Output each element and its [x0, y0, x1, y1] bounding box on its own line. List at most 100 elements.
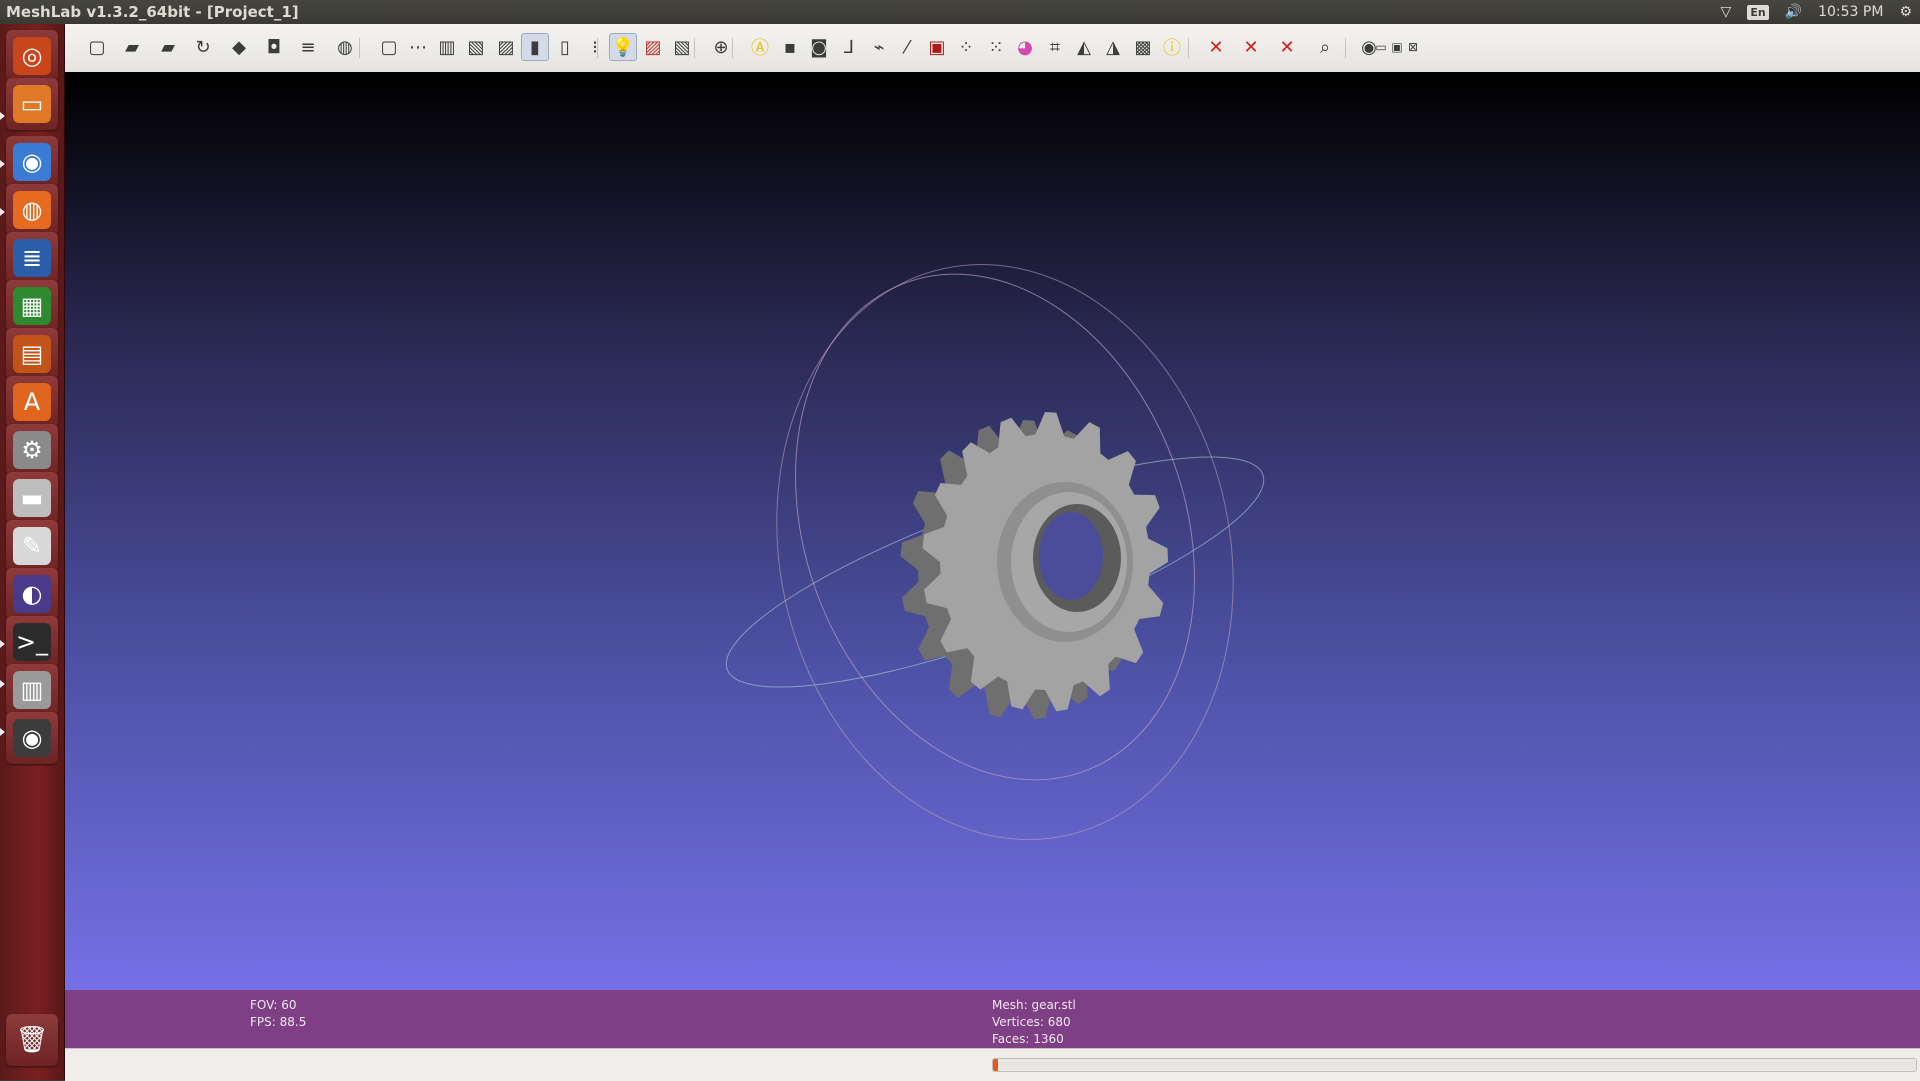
gear-bore-hole: [1039, 512, 1103, 600]
import-mesh-icon[interactable]: ▰: [154, 33, 182, 61]
top-panel: MeshLab v1.3.2_64bit - [Project_1] ▽ En …: [0, 0, 1920, 24]
libreoffice-calc-icon[interactable]: ▦: [6, 280, 58, 332]
system-settings-icon[interactable]: ⚙: [6, 424, 58, 476]
flat-lines-icon[interactable]: ▨: [492, 33, 520, 61]
drive-icon-glyph: ▬: [13, 479, 51, 517]
running-app-indicator: [0, 640, 5, 648]
running-app-indicator: [0, 160, 5, 168]
eclipse-icon-glyph: ◐: [13, 575, 51, 613]
software-center-icon-glyph: A: [13, 383, 51, 421]
meshlab-eye-icon[interactable]: ◉: [6, 712, 58, 764]
double-side-light-icon[interactable]: ▨: [639, 33, 667, 61]
clock[interactable]: 10:53 PM: [1818, 4, 1883, 20]
scanner-icon-glyph: ▥: [13, 671, 51, 709]
chromium-icon-glyph: ◉: [13, 143, 51, 181]
raster-icon[interactable]: ▩: [1129, 33, 1157, 61]
wifi-icon[interactable]: ▽: [1721, 4, 1732, 20]
new-project-icon[interactable]: ▢: [83, 33, 111, 61]
search-icon[interactable]: ⌕: [1311, 33, 1339, 61]
toolbar-separator: [694, 38, 695, 58]
info-icon[interactable]: ⓘ: [1158, 33, 1186, 61]
view-info: FOV: 60 FPS: 88.5: [250, 997, 306, 1031]
camera-icon[interactable]: ◘: [260, 33, 288, 61]
libreoffice-impress-icon[interactable]: ▤: [6, 328, 58, 380]
ubuntu-dash-icon-glyph: ◎: [13, 37, 51, 75]
scanner-icon[interactable]: ▥: [6, 664, 58, 716]
3d-viewport[interactable]: [65, 72, 1920, 990]
status-bar: [65, 1048, 1920, 1081]
window-restore-icon[interactable]: ▣: [1389, 39, 1405, 55]
system-settings-icon-glyph: ⚙: [13, 431, 51, 469]
bounding-box-icon[interactable]: ▢: [375, 33, 403, 61]
progress-bar: [992, 1058, 1917, 1072]
window-minimize-icon[interactable]: ▭: [1373, 39, 1389, 55]
terminal-icon-glyph: >_: [13, 623, 51, 661]
select-faces-icon[interactable]: ⁙: [982, 33, 1010, 61]
delete-faces-icon[interactable]: ✕: [1237, 33, 1265, 61]
points-icon[interactable]: ⋯: [404, 33, 432, 61]
fov-label: FOV: 60: [250, 998, 297, 1012]
libreoffice-calc-icon-glyph: ▦: [13, 287, 51, 325]
chromium-icon[interactable]: ◉: [6, 136, 58, 188]
unity-launcher: ◎ ▭ ◉ ◍ ≣ ▦ ▤ A ⚙ ▬ ✎ ◐ >_ ▥ ◉ 🗑: [0, 24, 65, 1080]
text-editor-icon[interactable]: ✎: [6, 520, 58, 572]
volume-icon[interactable]: 🔊: [1785, 4, 1802, 20]
main-toolbar: ▢ ▰ ▰ ↻ ◆ ◘ ≡ ◍ ▢ ⋯ ▥ ▧ ▨ ▮ ▯ ⁝ 💡 ▨ ▧ ⊕ Ⓐ ▪ ◙ ⅃ ⌁ ⁄ ▣ ⁘ ⁙ ◕ ⌗ ◭ ◮ ▩ ⓘ ✕ ✕ ✕ ⌕ ◉…: [65, 24, 1920, 73]
wireframe-icon[interactable]: ▥: [433, 33, 461, 61]
paint-brush-icon[interactable]: ⁄: [893, 33, 921, 61]
info-overlay: FOV: 60 FPS: 88.5 Mesh: gear.stl Vertice…: [65, 990, 1920, 1048]
paint-bucket-icon[interactable]: ⌁: [865, 33, 893, 61]
meshlab-eye-icon-glyph: ◉: [13, 719, 51, 757]
texture-icon[interactable]: ⁝: [581, 33, 609, 61]
align-icon[interactable]: ◭: [1070, 33, 1098, 61]
pick-points-icon[interactable]: ▣: [923, 33, 951, 61]
libreoffice-writer-icon[interactable]: ≣: [6, 232, 58, 284]
libreoffice-writer-icon-glyph: ≣: [13, 239, 51, 277]
color-icon[interactable]: ◕: [1011, 33, 1039, 61]
delete-vertices-icon[interactable]: ✕: [1202, 33, 1230, 61]
axes-icon[interactable]: ⅃: [835, 33, 863, 61]
select-vertices-icon[interactable]: ⁘: [952, 33, 980, 61]
toolbar-separator: [1345, 38, 1346, 58]
smooth-icon[interactable]: ▯: [551, 33, 579, 61]
measure-icon[interactable]: ◮: [1099, 33, 1127, 61]
layers-icon[interactable]: ≡: [294, 33, 322, 61]
firefox-icon[interactable]: ◍: [6, 184, 58, 236]
running-app-indicator: [0, 680, 5, 688]
select-region-icon[interactable]: ⌗: [1041, 33, 1069, 61]
session-gear-icon[interactable]: ⚙: [1899, 4, 1912, 20]
back-face-icon[interactable]: ▧: [668, 33, 696, 61]
software-center-icon[interactable]: A: [6, 376, 58, 428]
render-quad-icon[interactable]: ▪: [776, 33, 804, 61]
drive-icon[interactable]: ▬: [6, 472, 58, 524]
global-icon[interactable]: ◍: [331, 33, 359, 61]
trackball-icon[interactable]: ⊕: [707, 33, 735, 61]
mesh-name-label: Mesh: gear.stl: [992, 998, 1076, 1012]
open-project-icon[interactable]: ▰: [118, 33, 146, 61]
toolbar-separator: [359, 38, 360, 58]
running-app-indicator: [0, 728, 5, 736]
faces-label: Faces: 1360: [992, 1032, 1064, 1046]
delete-selection-icon[interactable]: ✕: [1273, 33, 1301, 61]
toolbar-separator: [732, 38, 733, 58]
trash-icon[interactable]: 🗑: [6, 1014, 58, 1066]
terminal-icon[interactable]: >_: [6, 616, 58, 668]
window-title: MeshLab v1.3.2_64bit - [Project_1]: [6, 3, 299, 21]
toolbar-separator: [1188, 38, 1189, 58]
reload-icon[interactable]: ↻: [189, 33, 217, 61]
annotation-icon[interactable]: Ⓐ: [746, 33, 774, 61]
ubuntu-dash-icon[interactable]: ◎: [6, 30, 58, 82]
progress-bar-fill: [993, 1059, 998, 1071]
eclipse-icon[interactable]: ◐: [6, 568, 58, 620]
files-icon[interactable]: ▭: [6, 78, 58, 130]
noise-icon[interactable]: ◙: [805, 33, 833, 61]
fps-label: FPS: 88.5: [250, 1015, 307, 1029]
running-app-indicator: [0, 208, 5, 216]
flat-icon[interactable]: ▮: [521, 33, 549, 61]
mesh-info: Mesh: gear.stl Vertices: 680 Faces: 1360: [992, 997, 1076, 1048]
hidden-lines-icon[interactable]: ▧: [462, 33, 490, 61]
window-close-icon[interactable]: ⊠: [1405, 39, 1421, 55]
light-bulb-icon[interactable]: 💡: [609, 33, 637, 61]
save-snapshot-icon[interactable]: ◆: [225, 33, 253, 61]
keyboard-language-indicator[interactable]: En: [1747, 4, 1769, 20]
